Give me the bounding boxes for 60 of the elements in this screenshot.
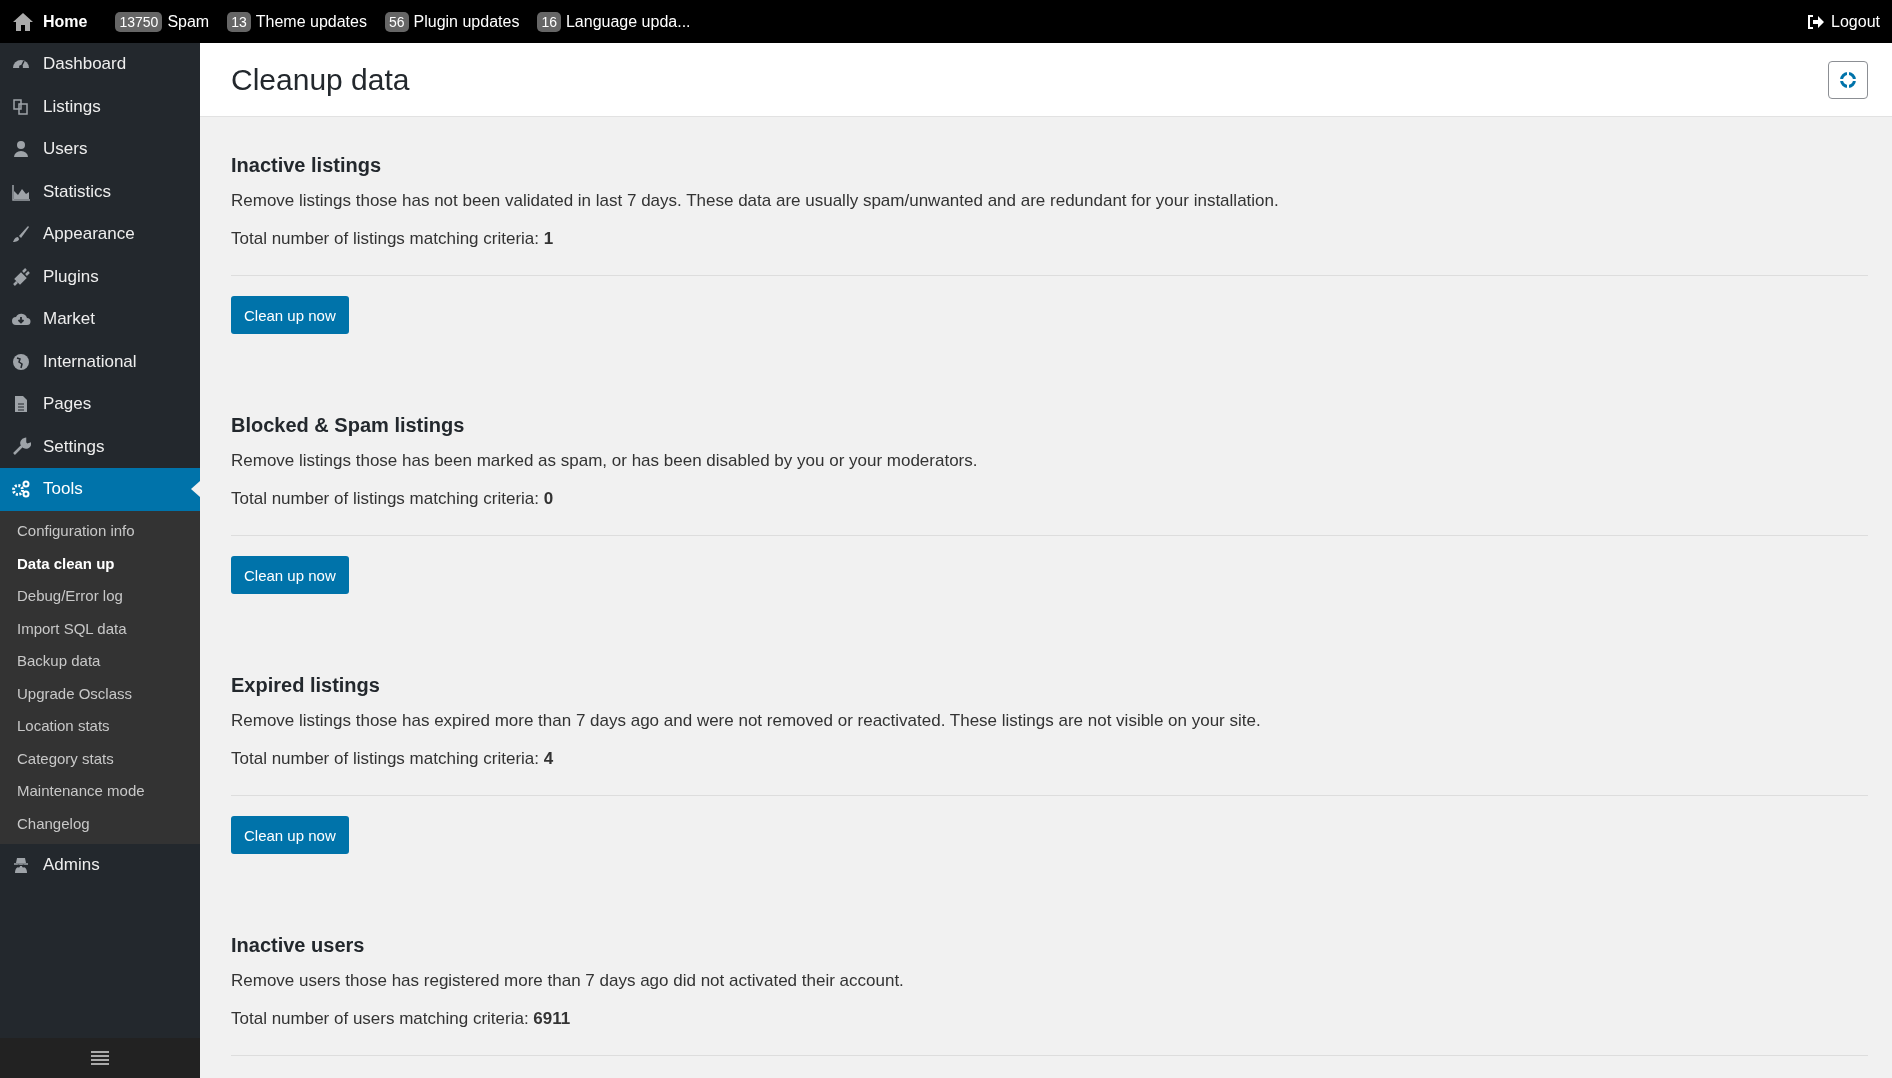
- section-description: Remove listings those has expired more than 7 days ago and were not removed or reactivated. These listings are not visible on your site.: [231, 711, 1262, 731]
- page-title: Cleanup data: [231, 62, 410, 97]
- clean-up-button[interactable]: Clean up now: [231, 816, 349, 854]
- section-title: Inactive listings: [231, 154, 383, 177]
- submenu-item[interactable]: Import SQL data: [0, 612, 200, 645]
- submenu-item[interactable]: Changelog: [0, 807, 200, 840]
- count-badge: 16: [537, 11, 561, 32]
- section-description: Remove listings those has not been validated in last 7 days. These data are usually spam/unwanted and are redundant for your installation.: [231, 191, 1280, 211]
- lifebuoy-icon: [1839, 70, 1857, 89]
- logout-link[interactable]: Logout: [1807, 12, 1880, 31]
- notification-link[interactable]: 13750 Spam: [115, 11, 210, 32]
- submenu-item[interactable]: Data clean up: [0, 547, 200, 580]
- matching-count: Total number of users matching criteria: 6911: [231, 1009, 572, 1029]
- clean-up-button[interactable]: Clean up now: [231, 296, 349, 334]
- user-icon: [11, 139, 31, 160]
- section-description: Remove listings those has been marked as spam, or has been disabled by you or your moderators.: [231, 451, 979, 471]
- section-title: Expired listings: [231, 674, 381, 697]
- count-badge: 56: [384, 11, 409, 32]
- sidebar-item[interactable]: Dashboard: [0, 43, 200, 86]
- notification-link[interactable]: 13 Theme updates: [227, 11, 367, 32]
- notification-link[interactable]: 56 Plugin updates: [384, 11, 520, 32]
- matching-count: Total number of listings matching criteria: 0: [231, 489, 555, 509]
- gears-icon: [11, 479, 31, 500]
- sidebar-item[interactable]: Market: [0, 298, 200, 341]
- submenu-item[interactable]: Debug/Error log: [0, 579, 200, 612]
- count-badge: 13750: [115, 11, 163, 32]
- wrench-icon: [11, 436, 31, 457]
- globe-icon: [11, 351, 31, 372]
- submenu-item[interactable]: Upgrade Osclass: [0, 677, 200, 710]
- logout-icon: [1807, 13, 1826, 30]
- section-title: Inactive users: [231, 934, 366, 957]
- sidebar-item[interactable]: Listings: [0, 85, 200, 128]
- clean-up-button[interactable]: Clean up now: [231, 556, 349, 594]
- submenu-item[interactable]: Category stats: [0, 742, 200, 775]
- help-button[interactable]: [1828, 60, 1868, 99]
- submenu-item[interactable]: Configuration info: [0, 514, 200, 547]
- sidebar-item[interactable]: Statistics: [0, 170, 200, 213]
- home-icon: [12, 11, 34, 32]
- home-link[interactable]: Home: [12, 11, 88, 32]
- sidebar-item[interactable]: Appearance: [0, 213, 200, 256]
- section-title: Blocked & Spam listings: [231, 414, 466, 437]
- sidebar-item[interactable]: Pages: [0, 383, 200, 426]
- brush-icon: [11, 224, 31, 245]
- notification-link[interactable]: 16 Language upda...: [537, 11, 691, 32]
- sidebar-item[interactable]: Settings: [0, 425, 200, 468]
- matching-count: Total number of listings matching criteria: 1: [231, 229, 555, 249]
- copy-icon: [11, 96, 31, 117]
- submenu-item[interactable]: Maintenance mode: [0, 774, 200, 807]
- section-description: Remove users those has registered more than 7 days ago did not activated their account.: [231, 971, 905, 991]
- sidebar-item[interactable]: Admins: [0, 843, 200, 886]
- sidebar-item[interactable]: International: [0, 340, 200, 383]
- plug-icon: [11, 266, 31, 287]
- sidebar-item[interactable]: Plugins: [0, 255, 200, 298]
- sidebar-item[interactable]: Tools: [0, 468, 200, 511]
- menu-icon[interactable]: [91, 1051, 109, 1065]
- submenu-item[interactable]: Backup data: [0, 644, 200, 677]
- submenu-item[interactable]: Location stats: [0, 709, 200, 742]
- matching-count: Total number of listings matching criteria: 4: [231, 749, 555, 769]
- sidebar-item[interactable]: Users: [0, 128, 200, 171]
- count-badge: 13: [227, 11, 251, 32]
